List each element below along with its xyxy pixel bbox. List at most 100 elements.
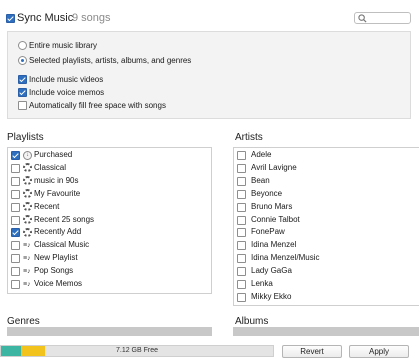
playlists-item-checkbox[interactable] — [11, 254, 20, 264]
artists-item-connie-talbot[interactable]: Connie Talbot — [234, 214, 419, 227]
artists-item-checkbox[interactable] — [237, 163, 246, 173]
artists-item-checkbox[interactable] — [237, 241, 246, 251]
purchased-icon: ↓ — [23, 150, 33, 161]
playlists-item-checkbox[interactable] — [11, 202, 20, 212]
artists-item-checkbox[interactable] — [237, 292, 246, 302]
playlists-item-checkbox[interactable] — [11, 189, 20, 199]
artists-item-label: Beyonce — [251, 188, 283, 198]
artists-item-checkbox[interactable] — [237, 202, 246, 212]
artists-item-label: Lenka — [251, 279, 273, 288]
auto-fill-label: Automatically fill free space with songs — [29, 101, 166, 110]
artists-item-checkbox[interactable] — [237, 215, 246, 225]
playlists-item-label: Pop Songs — [34, 266, 74, 276]
artists-item-lenka[interactable]: Lenka — [234, 278, 419, 291]
playlists-item-label: Voice Memos — [34, 279, 83, 288]
playlists-item-recent[interactable]: Recent — [8, 201, 211, 214]
sync-music-label: Sync Music — [17, 12, 74, 24]
playlists-item-recent-25-songs[interactable]: Recent 25 songs — [8, 214, 211, 227]
artists-item-label: Idina Menzel/Music — [251, 253, 320, 263]
radio-entire-library-label: Entire music library — [29, 41, 98, 50]
search-input[interactable] — [354, 12, 411, 24]
artists-item-lady-gaga[interactable]: Lady GaGa — [234, 265, 419, 278]
radio-selected-items[interactable] — [18, 56, 27, 65]
playlists-item-checkbox[interactable] — [11, 241, 20, 251]
playlists-item-checkbox[interactable] — [11, 176, 20, 186]
artists-item-checkbox[interactable] — [237, 280, 246, 289]
playlists-item-music-in-90s[interactable]: music in 90s — [8, 175, 211, 188]
playlists-list[interactable]: ↓ Purchased Classical music in 90s My Favour… — [7, 147, 212, 294]
artists-item-avril-lavigne[interactable]: Avril Lavigne — [234, 162, 419, 175]
include-music-videos-checkbox[interactable] — [18, 75, 27, 84]
playlists-item-my-favourite[interactable]: My Favourite — [8, 188, 211, 201]
playlists-item-checkbox[interactable] — [11, 267, 20, 277]
artists-item-checkbox[interactable] — [237, 189, 246, 199]
playlists-item-classical[interactable]: Classical — [8, 162, 211, 175]
genres-list-edge — [7, 327, 212, 336]
smart-playlist-gear-icon — [23, 202, 33, 212]
radio-selected-items-label: Selected playlists, artists, albums, and… — [29, 56, 192, 65]
playlists-item-classical-music[interactable]: ≡♪ Classical Music — [8, 239, 211, 252]
artists-item-label: FonePaw — [251, 227, 285, 237]
artists-item-checkbox[interactable] — [237, 228, 246, 238]
free-space-label: 7.12 GB Free — [115, 347, 159, 354]
artists-item-label: Idina Menzel — [251, 240, 297, 250]
playlists-item-checkbox[interactable] — [11, 280, 20, 289]
artists-list[interactable]: Adele Avril Lavigne Bean Beyonce Bruno Mars C… — [233, 147, 419, 306]
playlist-icon: ≡♪ — [23, 267, 31, 275]
playlists-item-label: Recently Add — [34, 227, 82, 237]
artists-item-label: Bruno Mars — [251, 201, 293, 211]
playlists-item-purchased[interactable]: ↓ Purchased — [8, 149, 211, 162]
artists-item-idina-menzel-music[interactable]: Idina Menzel/Music — [234, 252, 419, 265]
artists-item-beyonce[interactable]: Beyonce — [234, 188, 419, 201]
playlist-icon: ≡♪ — [23, 241, 31, 249]
artists-title: Artists — [235, 132, 263, 143]
smart-playlist-gear-icon — [23, 215, 33, 225]
genres-title: Genres — [7, 316, 40, 327]
playlists-item-label: My Favourite — [34, 188, 81, 198]
artists-item-checkbox[interactable] — [237, 267, 246, 277]
albums-list-edge — [233, 327, 419, 336]
playlists-item-checkbox[interactable] — [11, 228, 20, 238]
artists-item-checkbox[interactable] — [237, 254, 246, 264]
playlists-title: Playlists — [7, 132, 44, 143]
playlists-item-label: Classical Music — [34, 240, 90, 250]
artists-item-label: Connie Talbot — [251, 214, 300, 224]
albums-title: Albums — [235, 316, 269, 327]
artists-item-label: Bean — [251, 175, 270, 185]
artists-item-checkbox[interactable] — [237, 151, 246, 160]
smart-playlist-gear-icon — [23, 176, 33, 186]
playlists-item-checkbox[interactable] — [11, 151, 20, 160]
smart-playlist-gear-icon — [23, 189, 33, 199]
include-voice-memos-label: Include voice memos — [29, 88, 105, 97]
playlists-item-checkbox[interactable] — [11, 163, 20, 173]
playlists-item-label: Purchased — [34, 150, 73, 159]
playlists-item-label: Classical — [34, 162, 67, 172]
artists-item-fonepaw[interactable]: FonePaw — [234, 226, 419, 239]
artists-item-mikky-ekko[interactable]: Mikky Ekko — [234, 291, 419, 304]
artists-item-bean[interactable]: Bean — [234, 175, 419, 188]
artists-item-adele[interactable]: Adele — [234, 149, 419, 162]
playlists-item-label: New Playlist — [34, 253, 78, 263]
auto-fill-checkbox[interactable] — [18, 101, 27, 110]
include-music-videos-label: Include music videos — [29, 75, 104, 84]
playlists-item-checkbox[interactable] — [11, 215, 20, 225]
include-voice-memos-checkbox[interactable] — [18, 88, 27, 97]
playlists-item-new-playlist[interactable]: ≡♪ New Playlist — [8, 252, 211, 265]
playlists-item-label: Recent 25 songs — [34, 214, 95, 224]
artists-item-idina-menzel[interactable]: Idina Menzel — [234, 239, 419, 252]
apply-button[interactable]: Apply — [349, 345, 409, 358]
radio-entire-library[interactable] — [18, 41, 27, 50]
revert-button[interactable]: Revert — [282, 345, 342, 358]
sync-options-panel: Entire music library Selected playlists,… — [7, 31, 411, 119]
storage-capacity-bar: 7.12 GB Free — [0, 345, 274, 357]
smart-playlist-gear-icon — [23, 227, 33, 238]
playlists-item-recently-add[interactable]: Recently Add — [8, 226, 211, 239]
sync-music-checkbox[interactable] — [6, 14, 15, 23]
song-count: 9 songs — [72, 12, 111, 24]
playlists-item-voice-memos[interactable]: ≡♪ Voice Memos — [8, 278, 211, 291]
playlist-icon: ≡♪ — [23, 280, 31, 288]
search-icon — [358, 14, 367, 23]
artists-item-checkbox[interactable] — [237, 176, 246, 186]
artists-item-bruno-mars[interactable]: Bruno Mars — [234, 201, 419, 214]
playlists-item-pop-songs[interactable]: ≡♪ Pop Songs — [8, 265, 211, 278]
